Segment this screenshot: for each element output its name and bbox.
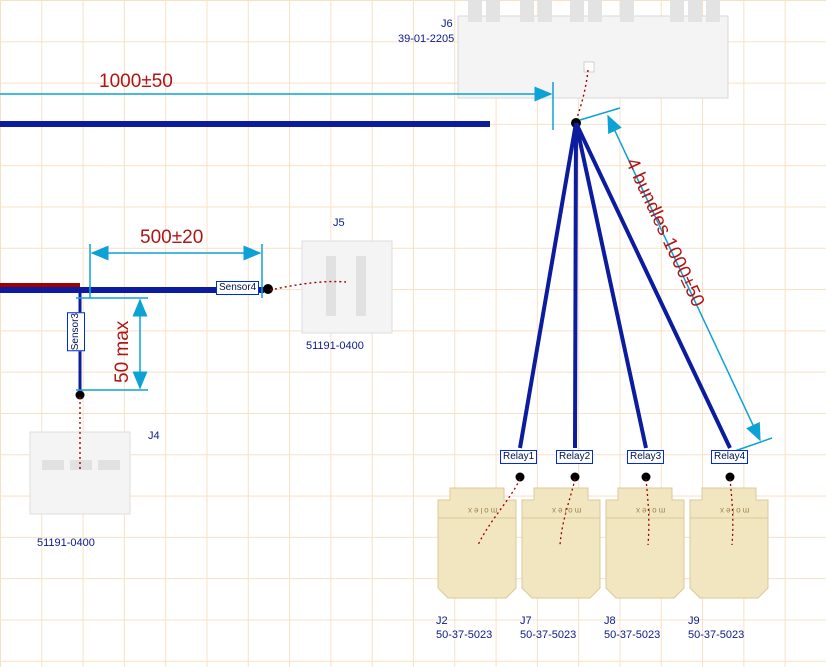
tag-relay4: Relay4 xyxy=(711,450,748,464)
connector-j5-body xyxy=(302,241,392,333)
label-j5-part: 51191-0400 xyxy=(306,340,364,352)
label-j7-ref: J7 xyxy=(520,615,532,627)
tag-sensor4: Sensor4 xyxy=(216,281,259,295)
label-j8-ref: J8 xyxy=(604,615,616,627)
tag-sensor3: Sensor3 xyxy=(67,312,85,351)
brand-j8: molex xyxy=(634,506,665,515)
connector-j4-body xyxy=(30,432,130,514)
brand-j2: molex xyxy=(466,506,497,515)
connector-j6-body xyxy=(458,0,728,98)
label-j4-part: 51191-0400 xyxy=(37,537,95,549)
tag-relay3: Relay3 xyxy=(627,450,664,464)
label-j9-ref: J9 xyxy=(688,615,700,627)
label-j2-part: 50-37-5023 xyxy=(436,629,492,641)
label-j4-ref: J4 xyxy=(148,430,160,442)
connector-j8-body xyxy=(606,488,684,598)
wire-trunk xyxy=(0,124,490,290)
label-j6-part: 39-01-2205 xyxy=(398,33,454,45)
connector-j9-body xyxy=(690,488,768,598)
label-j5-ref: J5 xyxy=(333,217,345,229)
tag-relay2: Relay2 xyxy=(556,450,593,464)
brand-j7: molex xyxy=(550,506,581,515)
dim-50max: 50 max xyxy=(112,321,134,383)
label-j6-ref: J6 xyxy=(441,18,453,30)
label-j2-ref: J2 xyxy=(436,615,448,627)
connector-j7-body xyxy=(522,488,600,598)
relay-connector-bodies xyxy=(438,488,768,598)
label-j9-part: 50-37-5023 xyxy=(688,629,744,641)
tag-relay1: Relay1 xyxy=(500,450,537,464)
label-j7-part: 50-37-5023 xyxy=(520,629,576,641)
label-j8-part: 50-37-5023 xyxy=(604,629,660,641)
brand-j9: molex xyxy=(718,506,749,515)
dim-1000: 1000±50 xyxy=(99,71,173,93)
dim-500: 500±20 xyxy=(140,227,203,249)
